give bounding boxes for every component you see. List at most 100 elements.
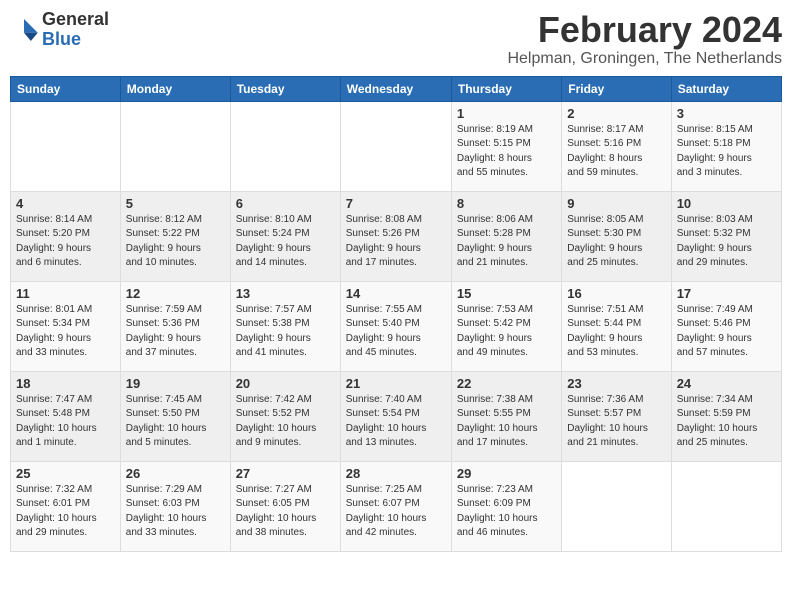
day-number: 28: [346, 466, 446, 481]
calendar-week-row: 1Sunrise: 8:19 AM Sunset: 5:15 PM Daylig…: [11, 101, 782, 191]
calendar-cell: 3 Sunrise: 8:15 AM Sunset: 5:18 PM Daylig…: [671, 101, 781, 191]
day-number: 1: [457, 106, 556, 121]
calendar-cell: 7Sunrise: 8:08 AM Sunset: 5:26 PM Daylig…: [340, 191, 451, 281]
calendar-week-row: 18 Sunrise: 7:47 AM Sunset: 5:48 PM Dayli…: [11, 371, 782, 461]
day-info: Sunrise: 7:25 AM Sunset: 6:07 PM Dayligh…: [346, 483, 446, 541]
day-info: Sunrise: 7:34 AM Sunset: 5:59 PM Dayligh…: [677, 393, 776, 451]
calendar-cell: 11 Sunrise: 8:01 AM Sunset: 5:34 PM Dayli…: [11, 281, 121, 371]
day-number: 20: [236, 376, 335, 391]
day-info: Sunrise: 7:38 AM Sunset: 5:55 PM Dayligh…: [457, 393, 556, 451]
day-number: 24: [677, 376, 776, 391]
day-number: 11: [16, 286, 115, 301]
day-number: 18: [16, 376, 115, 391]
day-number: 15: [457, 286, 556, 301]
day-info: Sunrise: 7:32 AM Sunset: 6:01 PM Dayligh…: [16, 483, 115, 541]
day-number: 4: [16, 196, 115, 211]
calendar-cell: 6 Sunrise: 8:10 AM Sunset: 5:24 PM Daylig…: [230, 191, 340, 281]
day-info: Sunrise: 8:15 AM Sunset: 5:18 PM Dayligh…: [677, 123, 776, 181]
day-info: Sunrise: 7:29 AM Sunset: 6:03 PM Dayligh…: [126, 483, 225, 541]
calendar-header-row: Sunday Monday Tuesday Wednesday Thursday…: [11, 76, 782, 101]
calendar-cell: 2 Sunrise: 8:17 AM Sunset: 5:16 PM Daylig…: [562, 101, 671, 191]
calendar-cell: [120, 101, 230, 191]
day-info: Sunrise: 8:17 AM Sunset: 5:16 PM Dayligh…: [567, 123, 665, 181]
calendar-week-row: 4 Sunrise: 8:14 AM Sunset: 5:20 PM Daylig…: [11, 191, 782, 281]
day-number: 2: [567, 106, 665, 121]
day-number: 25: [16, 466, 115, 481]
day-info: Sunrise: 7:27 AM Sunset: 6:05 PM Dayligh…: [236, 483, 335, 541]
day-number: 22: [457, 376, 556, 391]
day-info: Sunrise: 7:53 AM Sunset: 5:42 PM Dayligh…: [457, 303, 556, 361]
day-number: 6: [236, 196, 335, 211]
day-number: 21: [346, 376, 446, 391]
logo: General Blue: [10, 10, 109, 50]
col-wednesday: Wednesday: [340, 76, 451, 101]
day-number: 7: [346, 196, 446, 211]
calendar-cell: 4 Sunrise: 8:14 AM Sunset: 5:20 PM Daylig…: [11, 191, 121, 281]
day-number: 3: [677, 106, 776, 121]
day-number: 23: [567, 376, 665, 391]
day-info: Sunrise: 8:14 AM Sunset: 5:20 PM Dayligh…: [16, 213, 115, 271]
day-number: 14: [346, 286, 446, 301]
calendar-cell: [562, 461, 671, 551]
day-number: 9: [567, 196, 665, 211]
day-number: 13: [236, 286, 335, 301]
day-info: Sunrise: 8:03 AM Sunset: 5:32 PM Dayligh…: [677, 213, 776, 271]
day-info: Sunrise: 7:23 AM Sunset: 6:09 PM Dayligh…: [457, 483, 556, 541]
col-monday: Monday: [120, 76, 230, 101]
calendar-cell: 5 Sunrise: 8:12 AM Sunset: 5:22 PM Daylig…: [120, 191, 230, 281]
day-number: 16: [567, 286, 665, 301]
day-info: Sunrise: 7:47 AM Sunset: 5:48 PM Dayligh…: [16, 393, 115, 451]
day-info: Sunrise: 7:55 AM Sunset: 5:40 PM Dayligh…: [346, 303, 446, 361]
day-info: Sunrise: 7:51 AM Sunset: 5:44 PM Dayligh…: [567, 303, 665, 361]
day-info: Sunrise: 7:36 AM Sunset: 5:57 PM Dayligh…: [567, 393, 665, 451]
day-number: 10: [677, 196, 776, 211]
calendar-cell: 20 Sunrise: 7:42 AM Sunset: 5:52 PM Dayli…: [230, 371, 340, 461]
calendar-cell: 1Sunrise: 8:19 AM Sunset: 5:15 PM Daylig…: [451, 101, 561, 191]
day-info: Sunrise: 7:49 AM Sunset: 5:46 PM Dayligh…: [677, 303, 776, 361]
calendar-cell: [11, 101, 121, 191]
col-friday: Friday: [562, 76, 671, 101]
day-number: 5: [126, 196, 225, 211]
calendar-cell: 15 Sunrise: 7:53 AM Sunset: 5:42 PM Dayli…: [451, 281, 561, 371]
day-info: Sunrise: 8:06 AM Sunset: 5:28 PM Dayligh…: [457, 213, 556, 271]
calendar-cell: 27 Sunrise: 7:27 AM Sunset: 6:05 PM Dayli…: [230, 461, 340, 551]
calendar-cell: [340, 101, 451, 191]
day-info: Sunrise: 7:40 AM Sunset: 5:54 PM Dayligh…: [346, 393, 446, 451]
calendar-cell: 21 Sunrise: 7:40 AM Sunset: 5:54 PM Dayli…: [340, 371, 451, 461]
day-number: 17: [677, 286, 776, 301]
day-info: Sunrise: 7:42 AM Sunset: 5:52 PM Dayligh…: [236, 393, 335, 451]
day-number: 8: [457, 196, 556, 211]
col-tuesday: Tuesday: [230, 76, 340, 101]
day-info: Sunrise: 8:01 AM Sunset: 5:34 PM Dayligh…: [16, 303, 115, 361]
calendar-cell: 19 Sunrise: 7:45 AM Sunset: 5:50 PM Dayli…: [120, 371, 230, 461]
calendar-cell: 12 Sunrise: 7:59 AM Sunset: 5:36 PM Dayli…: [120, 281, 230, 371]
day-number: 12: [126, 286, 225, 301]
calendar-cell: 25 Sunrise: 7:32 AM Sunset: 6:01 PM Dayli…: [11, 461, 121, 551]
calendar-cell: 22 Sunrise: 7:38 AM Sunset: 5:55 PM Dayli…: [451, 371, 561, 461]
day-number: 29: [457, 466, 556, 481]
calendar-cell: 18 Sunrise: 7:47 AM Sunset: 5:48 PM Dayli…: [11, 371, 121, 461]
day-number: 26: [126, 466, 225, 481]
day-info: Sunrise: 8:10 AM Sunset: 5:24 PM Dayligh…: [236, 213, 335, 271]
calendar-cell: 29 Sunrise: 7:23 AM Sunset: 6:09 PM Dayli…: [451, 461, 561, 551]
day-number: 27: [236, 466, 335, 481]
col-saturday: Saturday: [671, 76, 781, 101]
calendar-cell: 24 Sunrise: 7:34 AM Sunset: 5:59 PM Dayli…: [671, 371, 781, 461]
calendar-cell: 23 Sunrise: 7:36 AM Sunset: 5:57 PM Dayli…: [562, 371, 671, 461]
day-info: Sunrise: 7:59 AM Sunset: 5:36 PM Dayligh…: [126, 303, 225, 361]
day-info: Sunrise: 8:12 AM Sunset: 5:22 PM Dayligh…: [126, 213, 225, 271]
calendar-cell: [230, 101, 340, 191]
location-subtitle: Helpman, Groningen, The Netherlands: [507, 50, 782, 68]
day-info: Sunrise: 7:45 AM Sunset: 5:50 PM Dayligh…: [126, 393, 225, 451]
page-header: General Blue February 2024 Helpman, Gron…: [10, 10, 782, 68]
logo-text: General Blue: [42, 10, 109, 50]
logo-icon: [10, 19, 38, 41]
calendar-cell: 28 Sunrise: 7:25 AM Sunset: 6:07 PM Dayli…: [340, 461, 451, 551]
calendar-cell: 14 Sunrise: 7:55 AM Sunset: 5:40 PM Dayli…: [340, 281, 451, 371]
calendar-cell: 16 Sunrise: 7:51 AM Sunset: 5:44 PM Dayli…: [562, 281, 671, 371]
day-number: 19: [126, 376, 225, 391]
calendar-cell: 8 Sunrise: 8:06 AM Sunset: 5:28 PM Daylig…: [451, 191, 561, 281]
day-info: Sunrise: 8:05 AM Sunset: 5:30 PM Dayligh…: [567, 213, 665, 271]
calendar-week-row: 25 Sunrise: 7:32 AM Sunset: 6:01 PM Dayli…: [11, 461, 782, 551]
col-sunday: Sunday: [11, 76, 121, 101]
